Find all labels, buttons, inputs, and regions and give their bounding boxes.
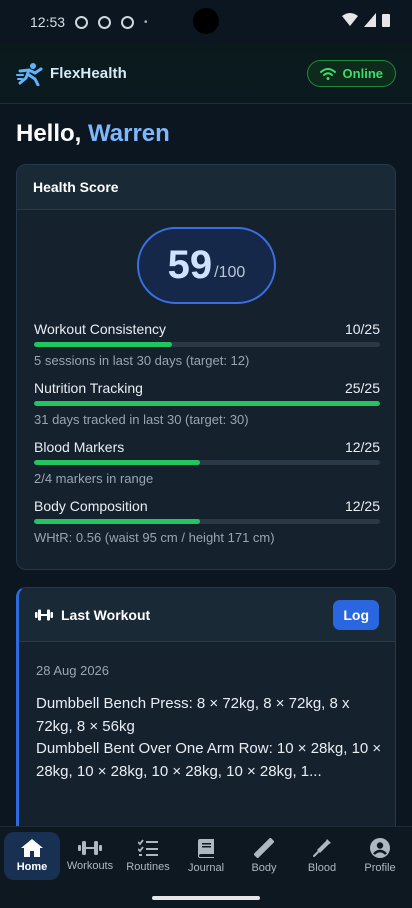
ruler-icon [254, 838, 274, 858]
dot-icon: • [144, 16, 148, 28]
nav-routines[interactable]: Routines [120, 832, 176, 880]
last-workout-card[interactable]: Last Workout Log 28 Aug 2026 Dumbbell Be… [16, 587, 396, 847]
app-name: FlexHealth [50, 65, 127, 82]
health-score-max: /100 [214, 263, 246, 281]
wifi-status-icon [342, 13, 358, 26]
dumbbell-icon [35, 609, 53, 620]
metric-detail: WHtR: 0.56 (waist 95 cm / height 171 cm) [34, 530, 275, 545]
metric-nutrition-tracking: Nutrition Tracking 25/25 31 days tracked… [34, 380, 380, 427]
nav-workouts[interactable]: Workouts [62, 832, 118, 880]
home-icon [21, 839, 43, 857]
dnd-icon [98, 15, 112, 29]
metric-label: Workout Consistency [34, 321, 167, 337]
last-workout-exercises: Dumbbell Bench Press: 8 × 72kg, 8 × 72kg… [36, 693, 384, 783]
online-status-label: Online [342, 66, 383, 81]
progress-bar [34, 460, 380, 465]
progress-bar [34, 401, 380, 406]
nav-label: Body [251, 862, 277, 874]
brand[interactable]: FlexHealth [16, 62, 127, 86]
metric-workout-consistency: Workout Consistency 10/25 5 sessions in … [34, 321, 380, 368]
metric-label: Nutrition Tracking [34, 380, 143, 396]
nav-profile[interactable]: Profile [352, 832, 408, 880]
user-name: Warren [88, 120, 170, 147]
nav-label: Blood [307, 862, 337, 874]
metric-blood-markers: Blood Markers 12/25 2/4 markers in range [34, 439, 380, 486]
nav-body[interactable]: Body [236, 832, 292, 880]
nav-journal[interactable]: Journal [178, 832, 234, 880]
metric-value: 12/25 [344, 439, 380, 455]
profile-icon [370, 838, 390, 858]
flexhealth-logo-icon [16, 62, 43, 86]
nav-label: Journal [187, 861, 225, 874]
notification-icon [75, 15, 89, 29]
shield-icon [121, 15, 135, 29]
metric-detail: 2/4 markers in range [34, 471, 154, 486]
book-icon [198, 838, 214, 858]
greeting: Hello, Warren [16, 120, 170, 148]
metric-value: 10/25 [344, 321, 380, 337]
metric-detail: 31 days tracked in last 30 (target: 30) [34, 412, 249, 427]
health-score-value: 59 [167, 243, 213, 287]
exercise-line: Dumbbell Bench Press: 8 × 72kg, 8 × 72kg… [36, 695, 350, 735]
health-score-badge: 59 /100 [137, 227, 276, 304]
nav-blood[interactable]: Blood [294, 832, 350, 880]
metric-value: 25/25 [344, 380, 380, 396]
syringe-icon [313, 839, 331, 857]
wifi-icon [319, 67, 336, 80]
log-workout-button[interactable]: Log [333, 599, 379, 630]
metric-value: 12/25 [344, 498, 380, 514]
nav-label: Home [16, 861, 48, 873]
progress-bar-fill [34, 342, 173, 347]
progress-bar [34, 519, 380, 524]
app-header: FlexHealth Online [0, 44, 412, 104]
dumbbell-icon [78, 841, 102, 855]
last-workout-date: 28 Aug 2026 [36, 663, 110, 678]
checklist-icon [138, 839, 158, 856]
camera-cutout [193, 8, 219, 34]
nav-home[interactable]: Home [4, 832, 60, 880]
status-bar: 12:53 • [0, 0, 412, 44]
exercise-line: Dumbbell Bent Over One Arm Row: 10 × 28k… [36, 740, 382, 780]
progress-bar-fill [34, 460, 201, 465]
progress-bar [34, 342, 380, 347]
nav-label: Profile [364, 862, 396, 874]
metric-label: Body Composition [34, 498, 148, 514]
greeting-prefix: Hello, [16, 120, 82, 147]
status-time: 12:53 [30, 14, 66, 30]
bottom-nav: Home Workouts Routines Journal Body Bloo… [0, 826, 412, 908]
battery-icon [382, 14, 390, 27]
progress-bar-fill [34, 401, 380, 406]
progress-bar-fill [34, 519, 201, 524]
home-indicator[interactable] [152, 896, 260, 900]
last-workout-header: Last Workout Log [19, 588, 395, 642]
health-score-card: Health Score 59 /100 Workout Consistency… [16, 164, 396, 570]
nav-label: Workouts [66, 860, 114, 872]
online-status-badge: Online [306, 60, 396, 87]
nav-label: Routines [126, 861, 170, 873]
metric-body-composition: Body Composition 12/25 WHtR: 0.56 (waist… [34, 498, 380, 545]
health-score-title: Health Score [17, 165, 395, 210]
signal-icon [364, 13, 376, 27]
last-workout-title: Last Workout [61, 606, 151, 623]
metric-label: Blood Markers [34, 439, 125, 455]
metric-detail: 5 sessions in last 30 days (target: 12) [34, 353, 250, 368]
